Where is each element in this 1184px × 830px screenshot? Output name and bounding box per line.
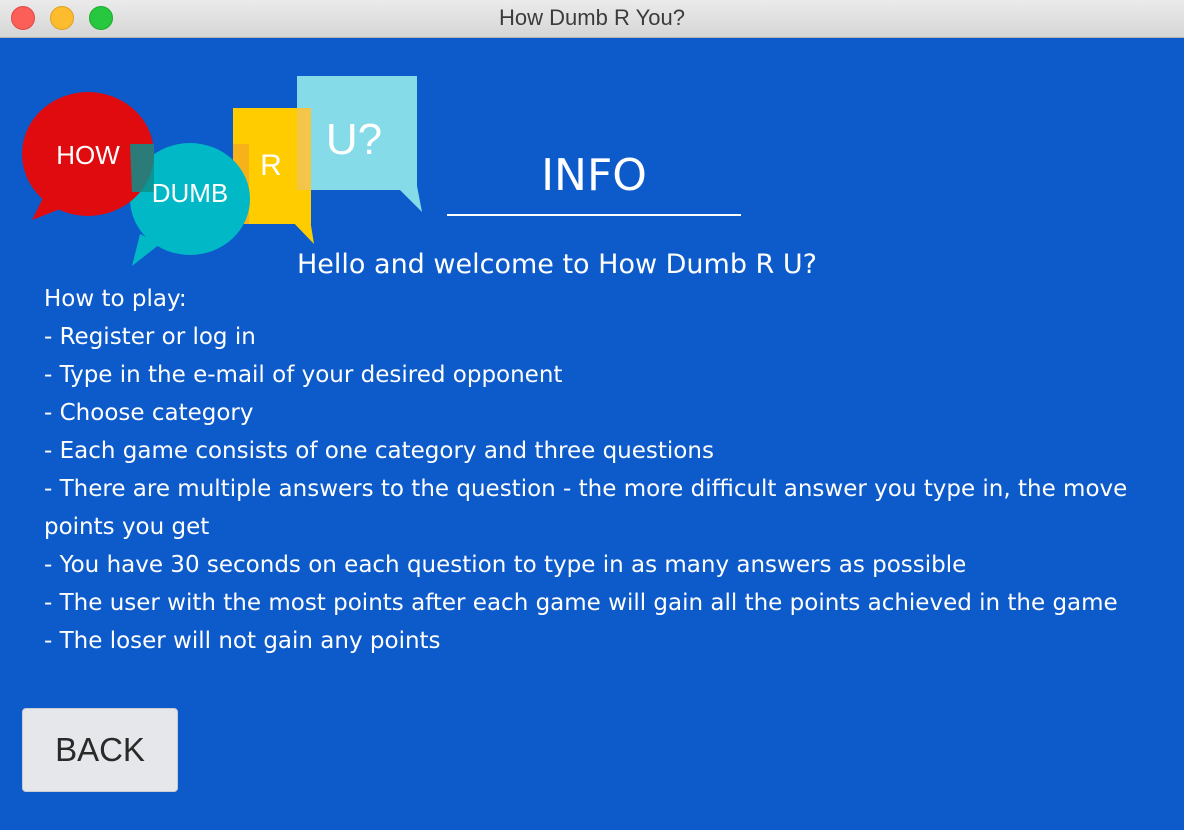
window-titlebar: How Dumb R You? (0, 0, 1184, 38)
instruction-line: - Choose category (44, 400, 254, 426)
instruction-line: - Each game consists of one category and… (44, 438, 714, 464)
welcome-text: Hello and welcome to How Dumb R U? (297, 249, 817, 280)
instruction-line: - There are multiple answers to the ques… (44, 476, 1128, 540)
app-logo: HOW DUMB R U? (20, 74, 424, 274)
logo-text-how: HOW (56, 140, 120, 170)
back-button[interactable]: BACK (22, 708, 178, 792)
instruction-line: - Register or log in (44, 324, 256, 350)
window-title: How Dumb R You? (499, 5, 685, 30)
instruction-line: - The user with the most points after ea… (44, 590, 1118, 616)
instruction-line: - Type in the e-mail of your desired opp… (44, 362, 563, 388)
instruction-line: - The loser will not gain any points (44, 628, 441, 654)
logo-text-r: R (260, 149, 282, 182)
title-underline (447, 214, 741, 216)
logo-text-dumb: DUMB (152, 178, 229, 208)
logo-text-u: U? (326, 115, 382, 164)
instruction-line: How to play: (44, 286, 187, 312)
instruction-line: - You have 30 seconds on each question t… (44, 552, 967, 578)
instructions-text: How to play: - Register or log in - Type… (44, 280, 1164, 660)
page-title: INFO (541, 150, 647, 201)
